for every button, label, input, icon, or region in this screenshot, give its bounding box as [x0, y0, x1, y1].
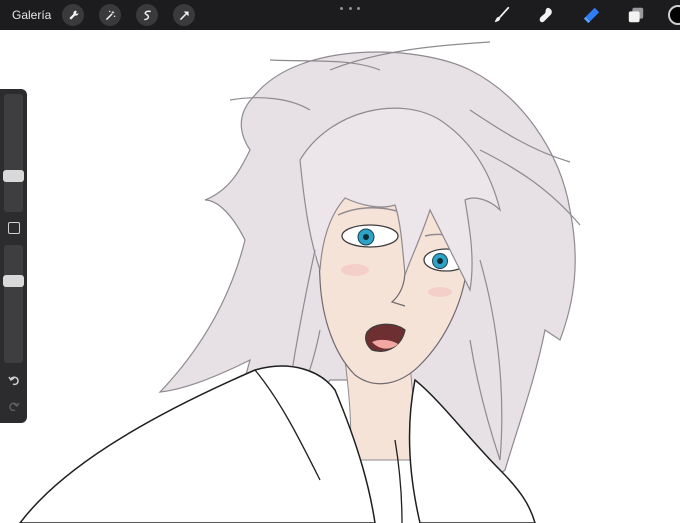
transform-button[interactable]	[173, 4, 195, 26]
undo-button[interactable]	[5, 371, 23, 389]
selection-button[interactable]	[136, 4, 158, 26]
magic-wand-icon	[105, 10, 115, 20]
opacity-slider[interactable]	[3, 245, 24, 363]
undo-icon	[8, 376, 19, 386]
redo-button[interactable]	[5, 397, 23, 415]
smudge-button[interactable]	[534, 4, 558, 26]
brush-icon	[494, 6, 510, 23]
eraser-icon	[583, 7, 600, 24]
brush-size-handle[interactable]	[3, 170, 24, 183]
top-toolbar: Galería	[0, 0, 680, 30]
character-artwork	[19, 41, 581, 523]
layers-icon	[628, 7, 644, 23]
brush-button[interactable]	[490, 4, 514, 26]
selection-icon	[143, 10, 151, 20]
opacity-handle[interactable]	[3, 274, 24, 287]
smudge-icon	[539, 7, 552, 23]
drawing-canvas[interactable]	[0, 30, 680, 523]
color-picker-button[interactable]	[668, 5, 680, 25]
gallery-button[interactable]: Galería	[12, 8, 51, 22]
wrench-icon	[68, 10, 78, 20]
actions-button[interactable]	[62, 4, 84, 26]
adjustments-button[interactable]	[99, 4, 121, 26]
transform-arrow-icon	[179, 10, 189, 20]
side-toolbar	[0, 89, 27, 423]
redo-icon	[9, 402, 20, 412]
eraser-button[interactable]	[580, 4, 604, 26]
more-options-icon[interactable]	[340, 3, 360, 13]
brush-size-slider[interactable]	[3, 94, 24, 212]
layers-button[interactable]	[624, 4, 648, 26]
modify-button[interactable]	[8, 222, 20, 234]
robe	[19, 365, 376, 523]
